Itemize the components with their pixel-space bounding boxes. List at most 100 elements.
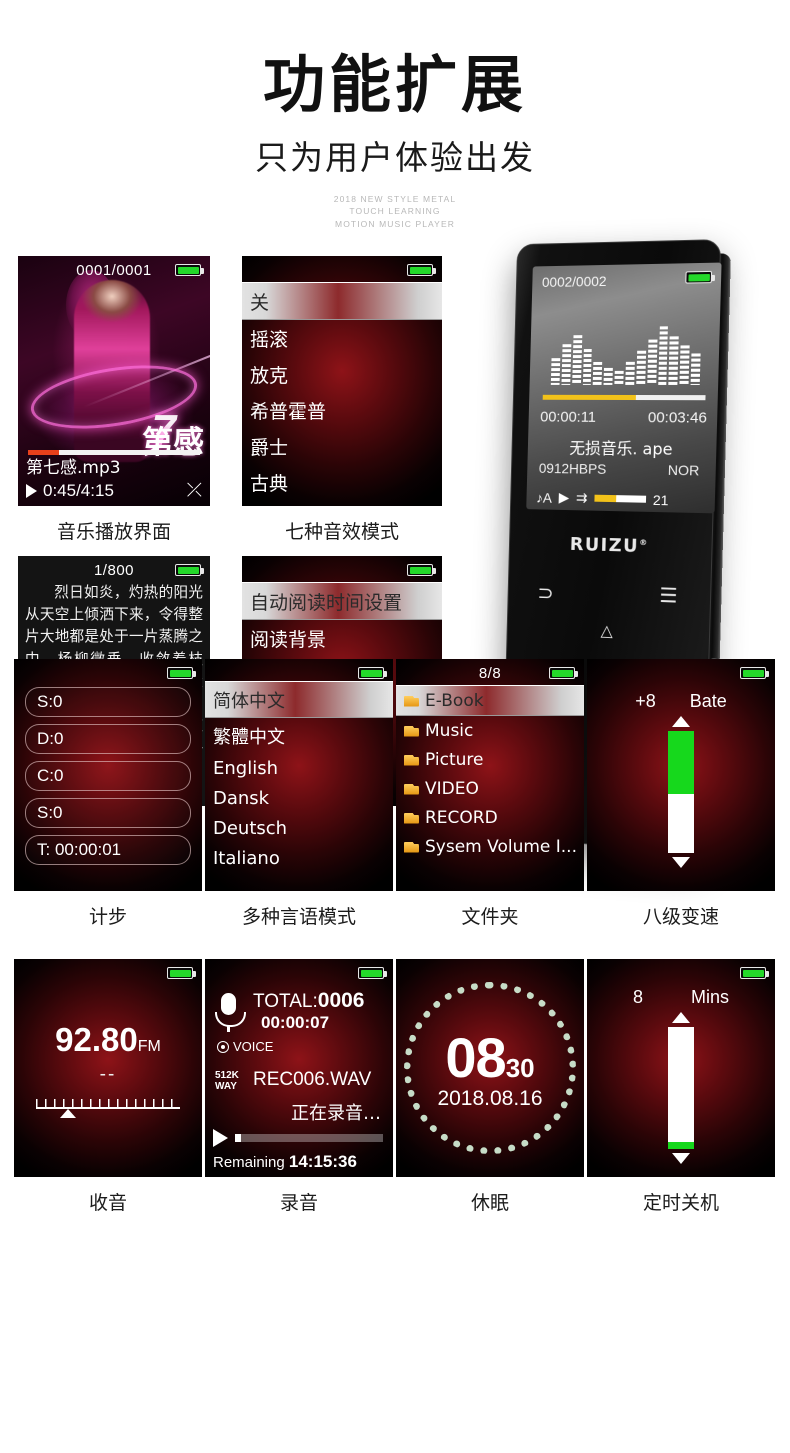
battery-icon: [358, 667, 387, 680]
clock-hour: 08: [445, 1026, 506, 1090]
radio-screen[interactable]: 92.80FM --: [14, 959, 202, 1178]
recording-quality: 512K WAY: [215, 1070, 239, 1092]
clock-time: 0830: [396, 1025, 584, 1090]
radio-tuning-pointer[interactable]: [60, 1109, 76, 1119]
eq-mode-item-3[interactable]: 希普霍普: [242, 392, 442, 428]
pedometer-caption: 计步: [88, 906, 127, 929]
speed-decrease-icon[interactable]: [672, 857, 690, 869]
timer-slider[interactable]: 8 Mins: [587, 987, 775, 1165]
bookmark-item-1[interactable]: 阅读背景: [242, 620, 442, 656]
album-art-title: 第感: [142, 425, 204, 462]
speed-slider[interactable]: +8 Bate: [587, 691, 775, 869]
brand-logo: RUIZU®: [569, 533, 649, 557]
timer-increase-icon[interactable]: [672, 1012, 690, 1024]
speed-cell: +8 Bate 八级变速: [587, 659, 775, 929]
device-play-mode: NOR: [667, 461, 700, 479]
device-screen[interactable]: 0002/0002 00:00:11 00:03:46 无损音乐. ape 09…: [526, 262, 722, 514]
recording-cell: TOTAL:0006 00:00:07 VOICE 512K WAY REC006…: [205, 959, 393, 1215]
menu-icon[interactable]: ☰: [659, 583, 678, 609]
language-item-3[interactable]: Dansk: [205, 783, 393, 813]
language-cell: 简体中文 繁體中文 English Dansk Deutsch Italiano…: [205, 659, 393, 929]
timer-caption: 定时关机: [642, 1192, 719, 1215]
up-icon[interactable]: △: [600, 621, 613, 642]
language-item-2[interactable]: English: [205, 753, 393, 783]
pedometer-screen[interactable]: S:0 D:0 C:0 S:0 T: 00:00:01: [14, 659, 202, 892]
eq-mode-item-5[interactable]: 古典: [242, 464, 442, 500]
eq-mode-item-1[interactable]: 摇滚: [242, 320, 442, 356]
timer-decrease-icon[interactable]: [672, 1153, 690, 1165]
sleep-screen[interactable]: 0830 2018.08.16: [396, 959, 584, 1178]
device-repeat-icon: ⇉: [575, 489, 588, 506]
timer-track[interactable]: [668, 1027, 694, 1150]
speed-value: +8: [635, 691, 656, 712]
battery-icon: [167, 667, 196, 680]
folder-icon: [404, 812, 419, 824]
pedometer-row-4: T: 00:00:01: [25, 835, 191, 866]
page-tagline: 2018 NEW STYLE METAL TOUCH LEARNING MOTI…: [0, 193, 790, 230]
device-meta-row: 0912HBPS NOR: [539, 460, 700, 478]
eq-modes-caption: 七种音效模式: [284, 521, 399, 544]
music-player-caption: 音乐播放界面: [56, 521, 171, 544]
language-list[interactable]: 简体中文 繁體中文 English Dansk Deutsch Italiano: [205, 681, 393, 873]
device-volume-value: 21: [652, 491, 669, 508]
speed-track[interactable]: [668, 731, 694, 854]
speed-screen[interactable]: +8 Bate: [587, 659, 775, 892]
tagline-line-2: TOUCH LEARNING: [349, 206, 441, 217]
folder-item-1[interactable]: Music: [396, 716, 584, 745]
record-play-icon[interactable]: [213, 1129, 228, 1148]
language-screen[interactable]: 简体中文 繁體中文 English Dansk Deutsch Italiano: [205, 659, 393, 892]
folder-item-0[interactable]: E-Book: [396, 685, 584, 717]
recording-screen[interactable]: TOTAL:0006 00:00:07 VOICE 512K WAY REC006…: [205, 959, 393, 1178]
shuffle-icon[interactable]: ⤫: [187, 480, 202, 502]
language-item-4[interactable]: Deutsch: [205, 813, 393, 843]
recording-status: 正在录音…: [291, 1103, 381, 1125]
folder-screen[interactable]: 8/8 E-Book Music Picture VIDEO RECORD Sy…: [396, 659, 584, 892]
folder-item-4[interactable]: RECORD: [396, 803, 584, 832]
folder-item-2[interactable]: Picture: [396, 745, 584, 774]
radio-frequency: 92.80FM: [55, 1021, 161, 1059]
device-progress-bar[interactable]: [542, 394, 706, 401]
battery-icon: [175, 264, 204, 277]
track-filename: 第七感.mp3: [26, 458, 121, 479]
battery-icon: [358, 967, 387, 980]
play-icon[interactable]: [26, 484, 37, 499]
eq-mode-list[interactable]: 关 摇滚 放克 希普霍普 爵士 古典: [242, 282, 442, 500]
recording-progress-bar[interactable]: [235, 1134, 383, 1143]
timer-cell: 8 Mins 定时关机: [587, 959, 775, 1215]
device-time-row: 00:00:11 00:03:46: [540, 409, 707, 427]
clock-date: 2018.08.16: [437, 1087, 543, 1111]
folder-list[interactable]: E-Book Music Picture VIDEO RECORD Sysem …: [396, 685, 584, 861]
eq-modes-screen[interactable]: 关 摇滚 放克 希普霍普 爵士 古典: [242, 256, 442, 507]
page-title: 功能扩展: [262, 48, 527, 121]
radio-unit: FM: [137, 1038, 161, 1056]
music-player-screen[interactable]: 7 第感 0001/0001 第七感.mp3 0:45/4:15 ⤫: [18, 256, 210, 507]
folder-icon: [404, 754, 419, 766]
timer-screen[interactable]: 8 Mins: [587, 959, 775, 1178]
language-item-1[interactable]: 繁體中文: [205, 718, 393, 753]
music-player-cell: 7 第感 0001/0001 第七感.mp3 0:45/4:15 ⤫ 音乐播放界…: [18, 256, 210, 544]
eq-mode-item-2[interactable]: 放克: [242, 356, 442, 392]
timer-fill: [668, 1141, 694, 1150]
language-item-0[interactable]: 简体中文: [205, 681, 393, 719]
sleep-cell: 0830 2018.08.16 休眠: [396, 959, 584, 1215]
top-feature-section: 7 第感 0001/0001 第七感.mp3 0:45/4:15 ⤫ 音乐播放界…: [0, 238, 790, 854]
playback-time-row: 0:45/4:15 ⤫: [26, 480, 202, 502]
battery-icon: [685, 270, 713, 284]
tagline-line-1: 2018 NEW STYLE METAL: [333, 194, 457, 205]
bookmark-item-0[interactable]: 自动阅读时间设置: [242, 582, 442, 621]
recording-filename: REC006.WAV: [253, 1069, 372, 1091]
folder-item-3[interactable]: VIDEO: [396, 774, 584, 803]
folder-item-5[interactable]: Sysem Volume I...: [396, 832, 584, 861]
folder-icon: [404, 725, 419, 737]
eq-mode-item-4[interactable]: 爵士: [242, 428, 442, 464]
speed-increase-icon[interactable]: [672, 716, 690, 728]
radio-tuning-scale[interactable]: [36, 1095, 180, 1110]
battery-icon: [407, 264, 436, 277]
language-item-5[interactable]: Italiano: [205, 843, 393, 873]
battery-icon: [549, 667, 578, 680]
recording-source: VOICE: [217, 1039, 273, 1054]
eq-mode-item-0[interactable]: 关: [242, 282, 442, 321]
back-icon[interactable]: ⊃: [537, 581, 554, 606]
device-volume-bar[interactable]: [594, 494, 646, 503]
timer-value: 8: [632, 987, 643, 1008]
